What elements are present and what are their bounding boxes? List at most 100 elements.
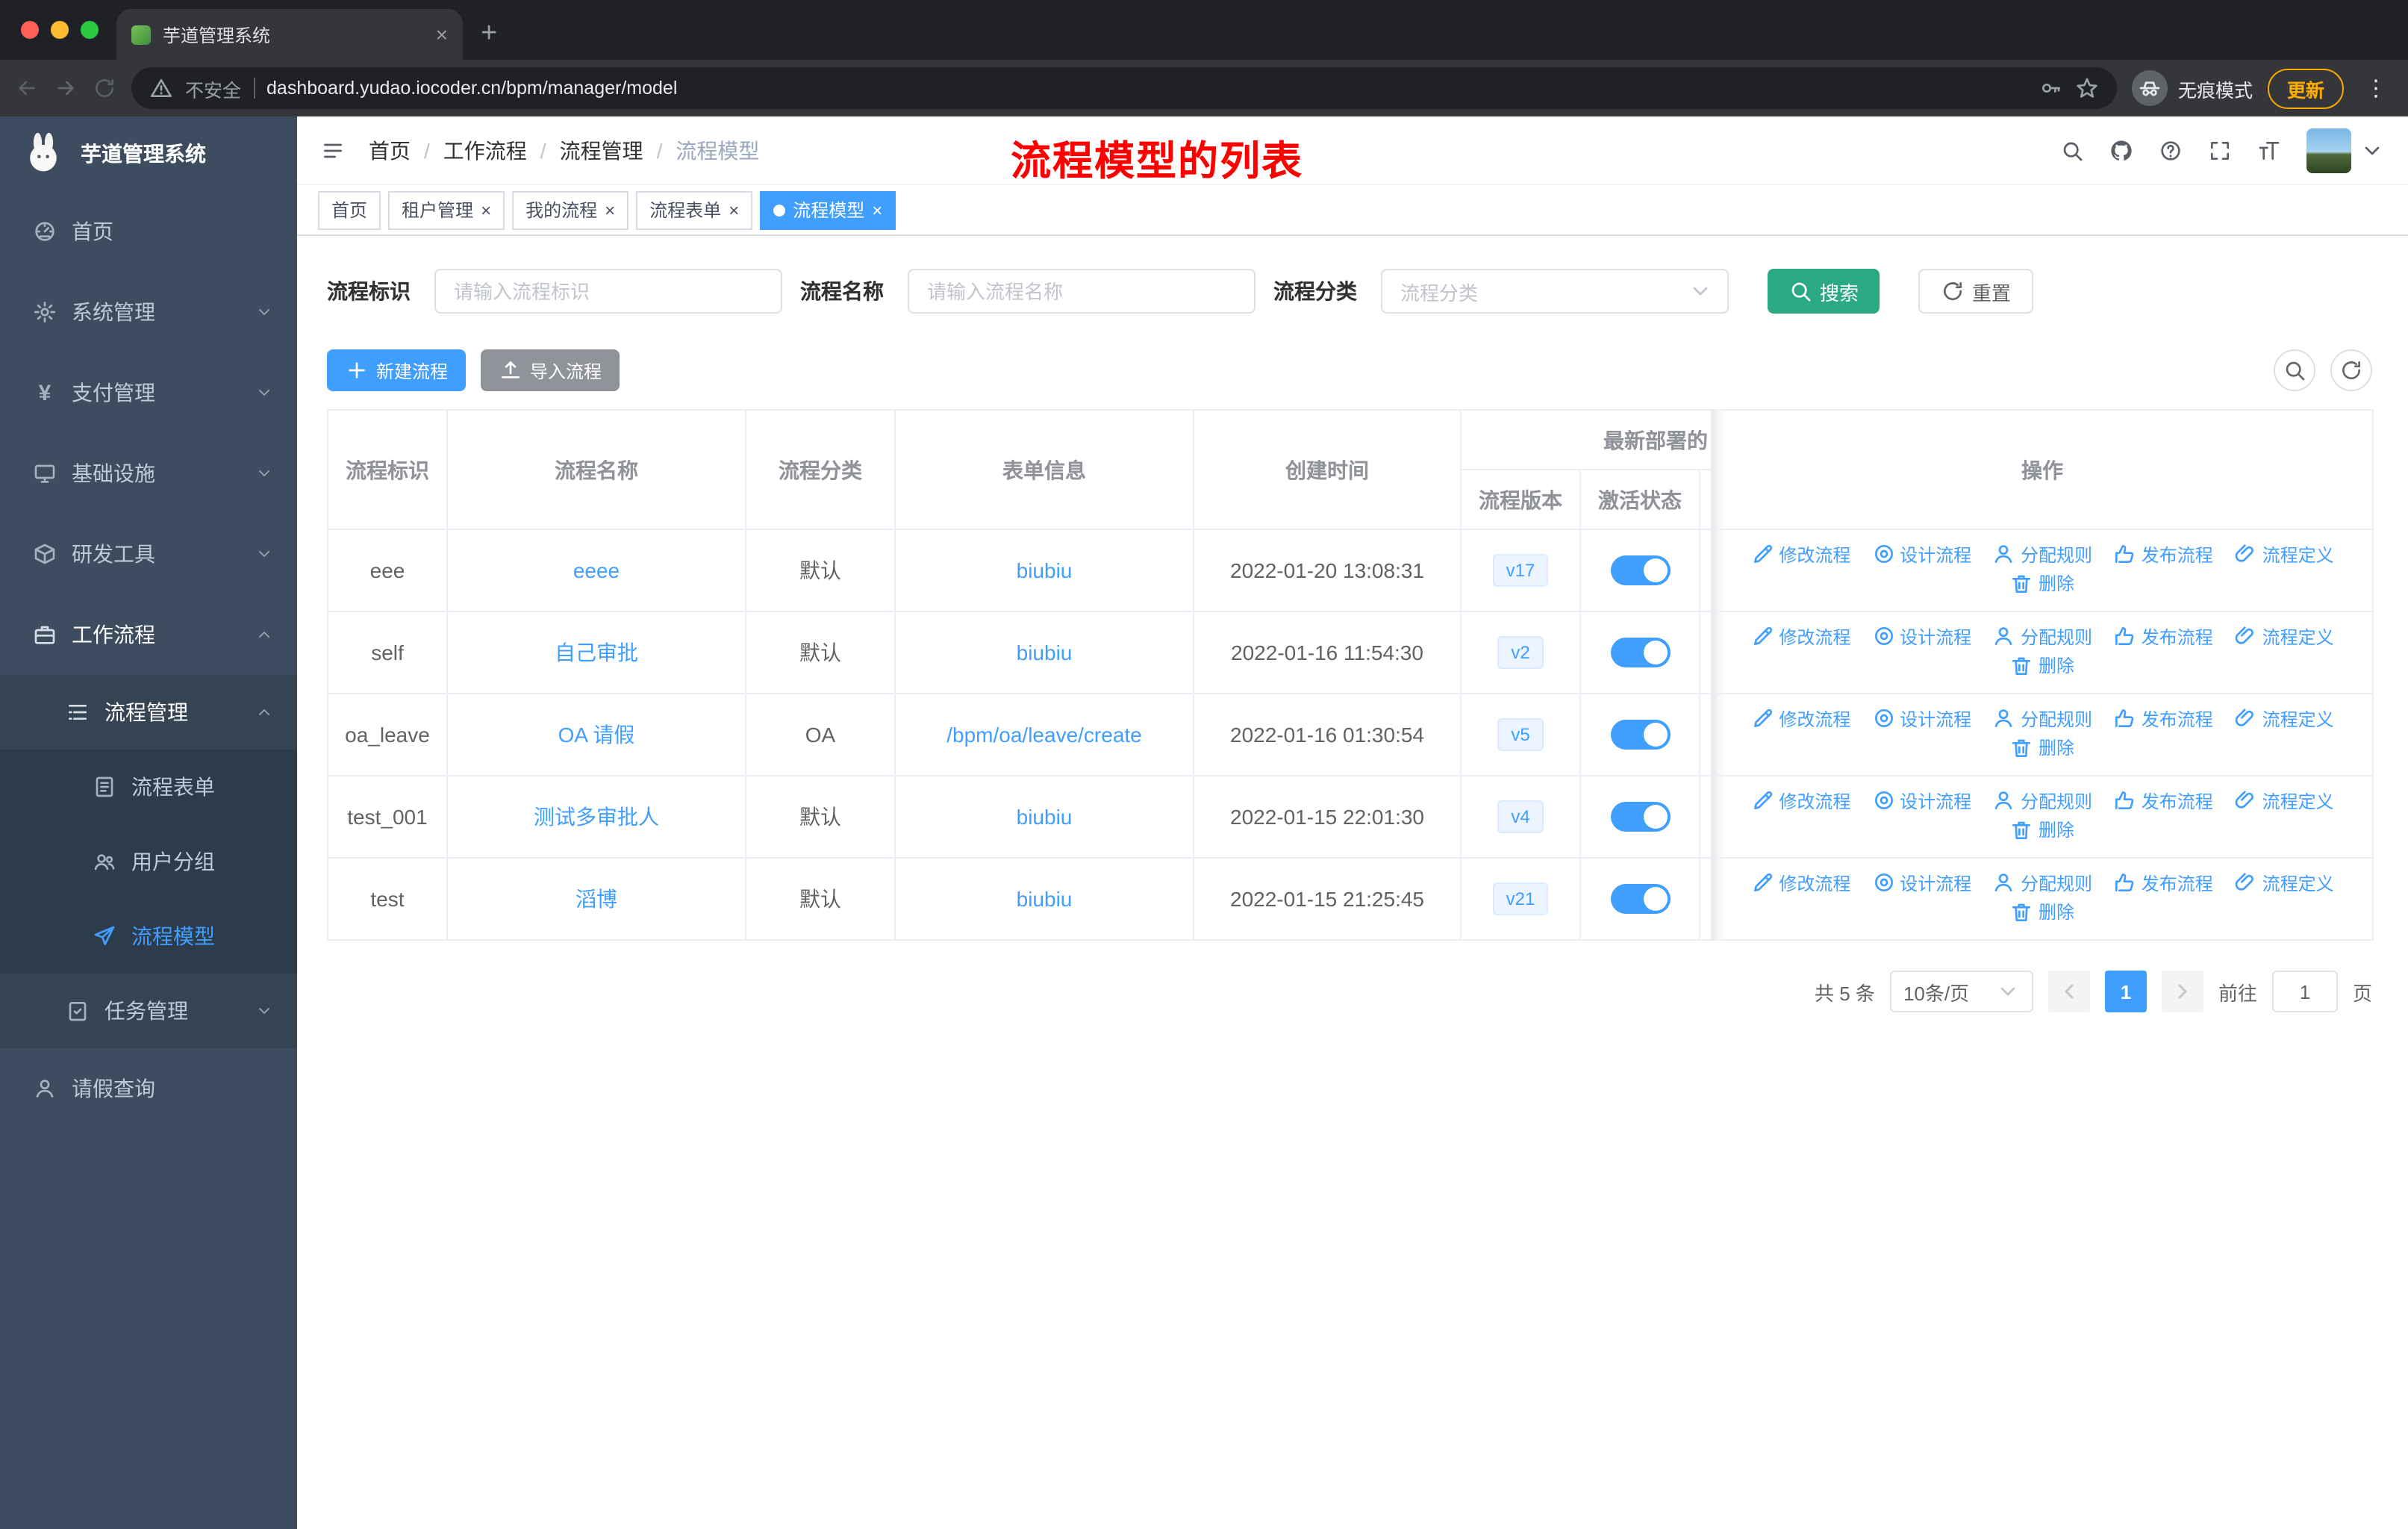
- assign-rule-link[interactable]: 分配规则: [1992, 870, 2092, 895]
- delete-process-link[interactable]: 删除: [2010, 653, 2074, 678]
- process-name-input[interactable]: [908, 269, 1256, 314]
- reset-button[interactable]: 重置: [1918, 269, 2034, 314]
- assign-rule-link[interactable]: 分配规则: [1992, 706, 2092, 731]
- password-key-icon[interactable]: [2039, 76, 2063, 100]
- window-close-button[interactable]: [21, 21, 39, 39]
- tag-my-process[interactable]: 我的流程 ×: [512, 190, 629, 229]
- assign-rule-link[interactable]: 分配规则: [1992, 541, 2092, 567]
- fullscreen-icon[interactable]: [2208, 138, 2232, 162]
- search-button[interactable]: 搜索: [1768, 269, 1880, 314]
- process-definition-link[interactable]: 流程定义: [2234, 870, 2334, 895]
- tag-tenant-mgmt[interactable]: 租户管理 ×: [388, 190, 505, 229]
- sidebar-item-process-mgmt[interactable]: 流程管理: [0, 675, 297, 750]
- user-menu[interactable]: [2306, 128, 2384, 172]
- reload-icon[interactable]: [93, 76, 116, 100]
- tag-home[interactable]: 首页: [318, 190, 381, 229]
- breadcrumb-item[interactable]: 工作流程: [443, 135, 527, 165]
- publish-process-link[interactable]: 发布流程: [2113, 870, 2213, 895]
- process-definition-link[interactable]: 流程定义: [2234, 541, 2334, 567]
- sidebar-item-user-group[interactable]: 用户分组: [0, 824, 297, 899]
- active-toggle[interactable]: [1610, 884, 1670, 914]
- sidebar-item-system-mgmt[interactable]: 系统管理: [0, 272, 297, 352]
- edit-process-link[interactable]: 修改流程: [1750, 623, 1850, 649]
- prev-page-button[interactable]: [2047, 971, 2090, 1012]
- publish-process-link[interactable]: 发布流程: [2113, 788, 2213, 813]
- delete-process-link[interactable]: 删除: [2010, 817, 2074, 842]
- form-info-link[interactable]: biubiu: [1017, 558, 1073, 582]
- form-info-link[interactable]: biubiu: [1017, 641, 1073, 664]
- publish-process-link[interactable]: 发布流程: [2113, 706, 2213, 731]
- sidebar-item-process-form[interactable]: 流程表单: [0, 750, 297, 824]
- sidebar-item-infrastructure[interactable]: 基础设施: [0, 433, 297, 514]
- not-secure-label[interactable]: 不安全: [185, 74, 241, 102]
- breadcrumb-item[interactable]: 首页: [369, 135, 411, 165]
- edit-process-link[interactable]: 修改流程: [1750, 788, 1850, 813]
- sidebar-item-pay-mgmt[interactable]: ¥ 支付管理: [0, 352, 297, 433]
- sidebar-item-leave-query[interactable]: 请假查询: [0, 1048, 297, 1129]
- app-logo[interactable]: 芋道管理系统: [0, 116, 297, 191]
- process-definition-link[interactable]: 流程定义: [2234, 623, 2334, 649]
- url-bar[interactable]: 不安全 dashboard.yudao.iocoder.cn/bpm/manag…: [131, 67, 2117, 109]
- github-icon[interactable]: [2109, 138, 2133, 162]
- create-process-button[interactable]: 新建流程: [327, 349, 467, 391]
- form-info-link[interactable]: biubiu: [1017, 805, 1073, 829]
- page-size-select[interactable]: 10条/页: [1889, 971, 2033, 1012]
- process-name-link[interactable]: OA 请假: [558, 723, 635, 747]
- delete-process-link[interactable]: 删除: [2010, 735, 2074, 760]
- assign-rule-link[interactable]: 分配规则: [1992, 788, 2092, 813]
- assign-rule-link[interactable]: 分配规则: [1992, 623, 2092, 649]
- current-page-button[interactable]: 1: [2104, 971, 2147, 1012]
- sidebar-item-workflow[interactable]: 工作流程: [0, 594, 297, 675]
- window-minimize-button[interactable]: [51, 21, 69, 39]
- bookmark-star-icon[interactable]: [2075, 76, 2099, 100]
- forward-icon[interactable]: [54, 76, 78, 100]
- design-process-link[interactable]: 设计流程: [1871, 870, 1971, 895]
- tag-close-icon[interactable]: ×: [729, 201, 739, 219]
- process-definition-link[interactable]: 流程定义: [2234, 788, 2334, 813]
- goto-page-input[interactable]: [2271, 971, 2338, 1012]
- process-name-link[interactable]: 自己审批: [555, 641, 638, 664]
- design-process-link[interactable]: 设计流程: [1871, 623, 1971, 649]
- publish-process-link[interactable]: 发布流程: [2113, 623, 2213, 649]
- edit-process-link[interactable]: 修改流程: [1750, 706, 1850, 731]
- browser-menu-icon[interactable]: ⋮: [2359, 75, 2393, 102]
- sidebar-item-task-mgmt[interactable]: 任务管理: [0, 974, 297, 1048]
- sidebar-item-home[interactable]: 首页: [0, 191, 297, 272]
- process-name-link[interactable]: 滔博: [576, 887, 617, 911]
- publish-process-link[interactable]: 发布流程: [2113, 541, 2213, 567]
- tag-close-icon[interactable]: ×: [605, 201, 615, 219]
- chrome-update-button[interactable]: 更新: [2267, 68, 2344, 108]
- tag-process-model[interactable]: 流程模型 ×: [760, 190, 896, 229]
- hamburger-icon[interactable]: [321, 138, 345, 162]
- refresh-table-button[interactable]: [2330, 349, 2372, 391]
- sidebar-item-process-model[interactable]: 流程模型: [0, 899, 297, 974]
- font-size-icon[interactable]: [2257, 138, 2281, 162]
- process-name-link[interactable]: 测试多审批人: [534, 805, 659, 829]
- edit-process-link[interactable]: 修改流程: [1750, 541, 1850, 567]
- avatar[interactable]: [2306, 128, 2351, 172]
- import-process-button[interactable]: 导入流程: [481, 349, 620, 391]
- window-zoom-button[interactable]: [81, 21, 99, 39]
- tab-close-icon[interactable]: ×: [436, 24, 448, 45]
- delete-process-link[interactable]: 删除: [2010, 899, 2074, 924]
- sidebar-item-dev-tools[interactable]: 研发工具: [0, 514, 297, 594]
- process-name-link[interactable]: eeee: [573, 558, 620, 582]
- tag-close-icon[interactable]: ×: [481, 201, 491, 219]
- process-definition-link[interactable]: 流程定义: [2234, 706, 2334, 731]
- url-text[interactable]: dashboard.yudao.iocoder.cn/bpm/manager/m…: [266, 78, 677, 99]
- toggle-search-button[interactable]: [2274, 349, 2315, 391]
- design-process-link[interactable]: 设计流程: [1871, 541, 1971, 567]
- search-icon[interactable]: [2060, 138, 2084, 162]
- active-toggle[interactable]: [1610, 720, 1670, 750]
- back-icon[interactable]: [15, 76, 39, 100]
- process-id-input[interactable]: [434, 269, 782, 314]
- form-info-link[interactable]: /bpm/oa/leave/create: [946, 723, 1142, 747]
- new-tab-button[interactable]: +: [481, 18, 497, 51]
- design-process-link[interactable]: 设计流程: [1871, 706, 1971, 731]
- active-toggle[interactable]: [1610, 555, 1670, 585]
- active-toggle[interactable]: [1610, 638, 1670, 667]
- next-page-button[interactable]: [2161, 971, 2203, 1012]
- process-category-select[interactable]: 流程分类: [1381, 269, 1729, 314]
- browser-tab[interactable]: 芋道管理系统 ×: [116, 9, 463, 60]
- tag-process-form[interactable]: 流程表单 ×: [636, 190, 753, 229]
